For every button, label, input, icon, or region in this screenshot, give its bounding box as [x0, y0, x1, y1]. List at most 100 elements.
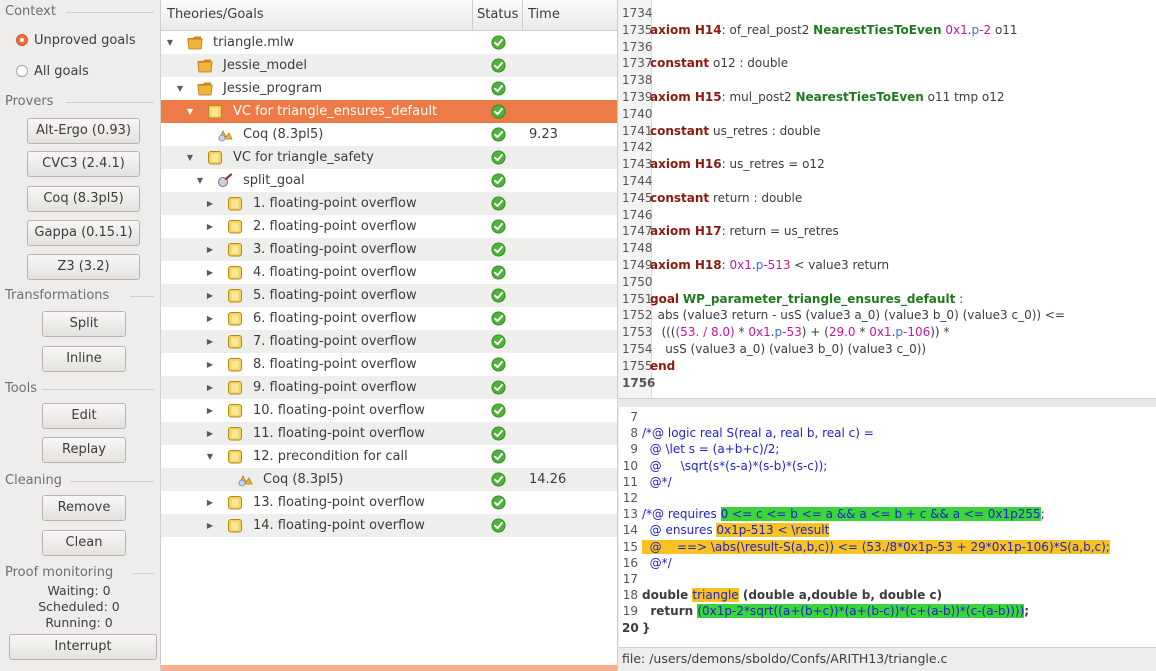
task-line: 1753 ((((53. / 8.0) * 0x1.p-53) + (29.0 … — [622, 325, 949, 339]
tree-row[interactable]: Coq (8.3pl5) 9.23 — [161, 123, 617, 146]
line-number: 1744 — [622, 174, 653, 188]
collapsed-arrow-icon[interactable]: ▶ — [205, 307, 215, 330]
proved-check-icon — [491, 288, 506, 303]
task-view[interactable]: 1734 1735axiom H14: of_real_post2 Nearest… — [619, 0, 1156, 398]
tree-row-label: 1. floating-point overflow — [253, 196, 417, 211]
tree-row[interactable]: ▼ Jessie_program — [161, 77, 617, 100]
split-button[interactable]: Split — [42, 311, 126, 337]
code-token: -106 — [903, 325, 931, 340]
tree-row[interactable]: ▼ 12. precondition for call — [161, 445, 617, 468]
collapsed-arrow-icon[interactable]: ▶ — [205, 238, 215, 261]
tree-row[interactable]: ▶ 11. floating-point overflow — [161, 422, 617, 445]
collapsed-arrow-icon[interactable]: ▶ — [205, 399, 215, 422]
proof-monitoring-header: Proof monitoring — [0, 563, 158, 583]
collapsed-arrow-icon[interactable]: ▶ — [205, 376, 215, 399]
proved-check-icon — [491, 334, 506, 349]
line-number: 1739 — [622, 90, 653, 104]
line-number: 18 — [622, 588, 638, 603]
source-line: 9 @ \let s = (a+b+c)/2; — [622, 442, 779, 457]
edit-button[interactable]: Edit — [42, 403, 126, 429]
source-line: 18 double triangle (double a,double b, do… — [622, 588, 946, 603]
line-number: 1755 — [622, 358, 653, 373]
tree-row[interactable]: ▼ VC for triangle_ensures_default — [161, 100, 617, 123]
code-token: * — [734, 325, 749, 340]
expanded-arrow-icon[interactable]: ▼ — [165, 31, 175, 54]
column-theories-goals[interactable]: Theories/Goals — [161, 0, 473, 30]
collapsed-arrow-icon[interactable]: ▶ — [205, 261, 215, 284]
tree-row[interactable]: ▶ 13. floating-point overflow — [161, 491, 617, 514]
collapsed-arrow-icon[interactable]: ▶ — [205, 422, 215, 445]
collapsed-arrow-icon[interactable]: ▶ — [205, 330, 215, 353]
tree-row-label: 6. floating-point overflow — [253, 311, 417, 326]
alt-ergo-button[interactable]: Alt-Ergo (0.93) — [27, 118, 140, 144]
tree-row[interactable]: ▼ triangle.mlw — [161, 31, 617, 54]
line-number: 1752 — [622, 308, 653, 323]
transformations-header: Transformations — [0, 286, 158, 306]
interrupt-button[interactable]: Interrupt — [9, 634, 157, 660]
tree-row-label: VC for triangle_ensures_default — [233, 104, 438, 119]
expanded-arrow-icon[interactable]: ▼ — [185, 100, 195, 123]
scheduled-count: Scheduled: 0 — [38, 599, 120, 614]
remove-button[interactable]: Remove — [42, 495, 126, 521]
tree-row-label: VC for triangle_safety — [233, 150, 374, 165]
tree-row-label: 2. floating-point overflow — [253, 219, 417, 234]
coq-button[interactable]: Coq (8.3pl5) — [27, 186, 140, 212]
cvc3-button[interactable]: CVC3 (2.4.1) — [27, 151, 140, 177]
line-number: 1756 — [622, 375, 656, 390]
tree-row[interactable]: Coq (8.3pl5) 14.26 — [161, 468, 617, 491]
clean-button[interactable]: Clean — [42, 530, 126, 556]
tree-row[interactable]: ▶ 8. floating-point overflow — [161, 353, 617, 376]
unproved-goals-radio[interactable]: Unproved goals — [16, 31, 136, 51]
line-number: 7 — [630, 410, 638, 424]
expanded-arrow-icon[interactable]: ▼ — [205, 445, 215, 468]
source-line: 15 @ ==> \abs(\result-S(a,b,c)) <= (53./… — [622, 539, 1110, 555]
code-token: axiom H14 — [650, 22, 722, 37]
expanded-arrow-icon[interactable]: ▼ — [195, 169, 205, 192]
code-token: @*/ — [642, 474, 672, 489]
collapsed-arrow-icon[interactable]: ▶ — [205, 192, 215, 215]
tree-row-time: 14.26 — [529, 472, 567, 487]
goal-icon — [227, 288, 243, 303]
collapsed-arrow-icon[interactable]: ▶ — [205, 491, 215, 514]
tree-row[interactable]: ▼ split_goal — [161, 169, 617, 192]
expanded-arrow-icon[interactable]: ▼ — [185, 146, 195, 169]
prover-icon — [217, 127, 233, 142]
tree-row[interactable]: ▶ 4. floating-point overflow — [161, 261, 617, 284]
code-token: : of_real_post2 — [721, 22, 814, 37]
column-time[interactable]: Time — [528, 0, 588, 30]
collapsed-arrow-icon[interactable]: ▶ — [205, 284, 215, 307]
tree-row[interactable]: ▶ 10. floating-point overflow — [161, 399, 617, 422]
z3-button[interactable]: Z3 (3.2) — [27, 254, 140, 280]
goal-icon — [227, 380, 243, 395]
tree-row[interactable]: ▶ 1. floating-point overflow — [161, 192, 617, 215]
tree-row[interactable]: ▼ VC for triangle_safety — [161, 146, 617, 169]
collapsed-arrow-icon[interactable]: ▶ — [205, 215, 215, 238]
all-goals-radio[interactable]: All goals — [16, 62, 89, 82]
inline-button[interactable]: Inline — [42, 346, 126, 372]
tree-row[interactable]: ▶ 3. floating-point overflow — [161, 238, 617, 261]
tree-row[interactable]: ▶ 9. floating-point overflow — [161, 376, 617, 399]
line-number: 1736 — [622, 39, 653, 54]
gappa-button[interactable]: Gappa (0.15.1) — [27, 220, 140, 246]
tree-row-label: 12. precondition for call — [253, 449, 408, 464]
tree-row[interactable]: ▶ 6. floating-point overflow — [161, 307, 617, 330]
code-token: 0x1 — [869, 325, 892, 340]
tree-row[interactable]: ▶ 7. floating-point overflow — [161, 330, 617, 353]
source-view[interactable]: 7 8 /*@ logic real S(real a, real b, real … — [619, 407, 1156, 647]
goals-tree[interactable]: Theories/Goals Status Time ▼ triangle.mlw… — [160, 0, 618, 671]
proved-check-icon — [491, 104, 506, 119]
goal-icon — [227, 403, 243, 418]
task-line: 1756 — [622, 375, 656, 390]
tree-row[interactable]: ▶ 5. floating-point overflow — [161, 284, 617, 307]
column-status[interactable]: Status — [473, 0, 523, 30]
tree-row[interactable]: Jessie_model — [161, 54, 617, 77]
line-number: 1749 — [622, 258, 653, 272]
collapsed-arrow-icon[interactable]: ▶ — [205, 353, 215, 376]
code-token: (53. / 8.0) — [675, 325, 735, 340]
collapsed-arrow-icon[interactable]: ▶ — [205, 514, 215, 537]
tree-row[interactable]: ▶ 14. floating-point overflow — [161, 514, 617, 537]
code-token: /*@ logic real S(real a, real b, real c)… — [642, 426, 874, 441]
replay-button[interactable]: Replay — [42, 437, 126, 463]
expanded-arrow-icon[interactable]: ▼ — [175, 77, 185, 100]
tree-row[interactable]: ▶ 2. floating-point overflow — [161, 215, 617, 238]
